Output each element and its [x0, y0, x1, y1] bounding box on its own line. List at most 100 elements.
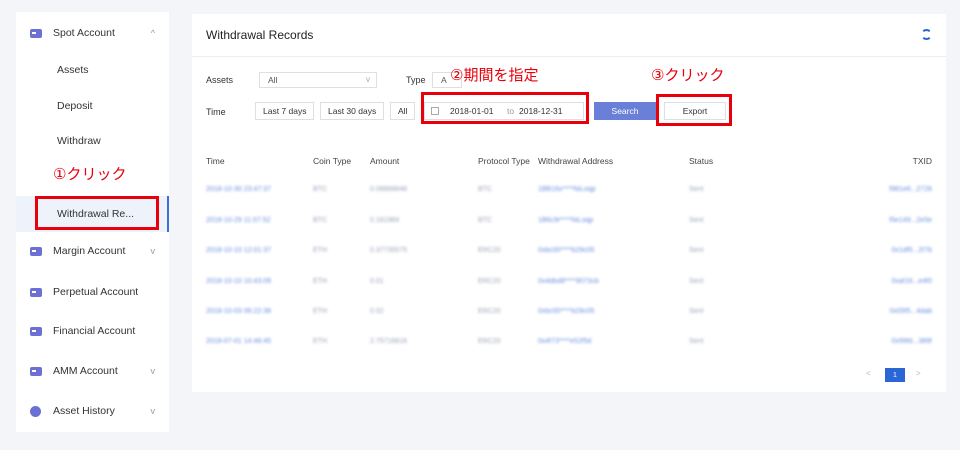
row-txid[interactable]: 0xaf16...e4f0 [892, 278, 932, 285]
annotation-box-withdrawal-records [35, 196, 159, 230]
all-time-button[interactable]: All [390, 102, 416, 120]
row-amount: 0.37735575 [370, 247, 407, 254]
time-filter-label: Time [206, 107, 226, 117]
row-address[interactable]: 1BB16x****NiLoqp [538, 186, 596, 193]
assets-select[interactable]: All v [259, 72, 377, 88]
sidebar-subitem-assets[interactable]: Assets [16, 55, 169, 85]
annotation-step-2: ②期間を指定 [450, 66, 539, 84]
sidebar-item-financial-account[interactable]: Financial Account [16, 316, 169, 346]
refresh-icon[interactable] [921, 29, 932, 40]
row-coin: ETH [313, 247, 327, 254]
annotation-step-1: ①クリック [53, 165, 127, 183]
row-protocol: ERC20 [478, 338, 501, 345]
row-address[interactable]: 0xbc00****b29c05 [538, 308, 594, 315]
sidebar-subitem-label: Assets [57, 64, 89, 76]
amm-icon [30, 366, 42, 376]
type-select-value: A [441, 75, 447, 85]
row-address[interactable]: 0x4f73****e52f5d [538, 338, 591, 345]
sidebar-item-label: Perpetual Account [53, 286, 139, 298]
sidebar-item-spot-account[interactable]: Spot Account ^ [16, 18, 169, 48]
search-button[interactable]: Search [594, 102, 656, 120]
row-time[interactable]: 2018-10-30 23:47:37 [206, 186, 271, 193]
perpetual-icon [30, 287, 42, 297]
sidebar-item-asset-history[interactable]: Asset History v [16, 396, 169, 426]
row-time[interactable]: 2018-10-03 06:22:38 [206, 308, 271, 315]
row-coin: BTC [313, 186, 327, 193]
sidebar-item-amm-account[interactable]: AMM Account v [16, 356, 169, 386]
column-header-protocol-type: Protocol Type [478, 156, 530, 166]
sidebar-subitem-label: Withdraw [57, 135, 101, 147]
row-time[interactable]: 2018-10-29 11:07:52 [206, 217, 270, 224]
column-header-txid: TXID [912, 156, 932, 166]
row-address[interactable]: 0x4dbd8****9073cb [538, 278, 599, 285]
page-title: Withdrawal Records [206, 28, 314, 42]
row-time[interactable]: 2018-10-10 12:01:37 [206, 247, 271, 254]
column-header-withdrawal-address: Withdrawal Address [538, 156, 614, 166]
withdrawal-records-panel: Withdrawal Records Assets All v Type A T… [192, 14, 946, 392]
column-header-time: Time [206, 156, 225, 166]
row-txid[interactable]: f981e6...2726 [889, 186, 932, 193]
chevron-up-icon: ^ [150, 28, 155, 38]
row-coin: ETH [313, 338, 327, 345]
sidebar-subitem-deposit[interactable]: Deposit [16, 91, 169, 121]
row-protocol: BTC [478, 217, 492, 224]
column-header-coin-type: Coin Type [313, 156, 352, 166]
sidebar-item-perpetual-account[interactable]: Perpetual Account [16, 277, 169, 307]
last-30-days-button[interactable]: Last 30 days [320, 102, 385, 120]
row-amount: 0.02 [370, 308, 384, 315]
last-7-days-button[interactable]: Last 7 days [255, 102, 315, 120]
annotation-box-date-range [421, 92, 589, 124]
row-protocol: BTC [478, 186, 492, 193]
row-status: Sent [689, 186, 704, 193]
row-coin: ETH [313, 308, 327, 315]
row-protocol: ERC20 [478, 308, 501, 315]
annotation-step-3: ③クリック [651, 66, 725, 84]
margin-icon [30, 246, 42, 256]
row-coin: ETH [313, 278, 327, 285]
assets-filter-label: Assets [206, 75, 234, 85]
row-amount: 0.01 [370, 278, 384, 285]
sidebar-item-label: Financial Account [53, 325, 136, 337]
pie-chart-icon [30, 405, 41, 417]
row-txid[interactable]: f5e149...2e5e [889, 217, 932, 224]
sidebar-item-label: Asset History [53, 405, 115, 417]
row-status: Sent [689, 308, 704, 315]
chevron-down-icon: v [366, 75, 370, 84]
chevron-down-icon: v [150, 246, 156, 256]
row-txid[interactable]: 0x1df5...2f7b [892, 247, 932, 254]
pager-next-button[interactable]: > [916, 369, 921, 378]
row-txid[interactable]: 0x05f5...4dab [890, 308, 932, 315]
pager-prev-button[interactable]: < [866, 369, 871, 378]
sidebar-item-label: Spot Account [53, 27, 115, 39]
chevron-down-icon: v [150, 366, 156, 376]
row-status: Sent [689, 278, 704, 285]
row-address[interactable]: 0xbc00****b29c05 [538, 247, 594, 254]
row-amount: 0.161984 [370, 217, 400, 224]
row-amount: 2.75716816 [370, 338, 407, 345]
type-filter-label: Type [406, 75, 426, 85]
annotation-box-export [656, 94, 732, 126]
row-status: Sent [689, 217, 704, 224]
row-protocol: ERC20 [478, 278, 501, 285]
sidebar-subitem-withdraw[interactable]: Withdraw [16, 126, 169, 156]
row-amount: 0.08868848 [370, 186, 407, 193]
sidebar-item-label: AMM Account [53, 365, 118, 377]
header-divider [192, 56, 946, 57]
row-txid[interactable]: 0x99fd...389f [892, 338, 932, 345]
row-time[interactable]: 2018-07-01 14:48:45 [206, 338, 271, 345]
row-status: Sent [689, 247, 704, 254]
row-status: Sent [689, 338, 704, 345]
column-header-status: Status [689, 156, 714, 166]
row-coin: BTC [313, 217, 327, 224]
sidebar-subitem-label: Deposit [57, 100, 93, 112]
pager-page-1[interactable]: 1 [885, 368, 905, 382]
sidebar-item-label: Margin Account [53, 245, 126, 257]
assets-select-value: All [268, 75, 278, 85]
sidebar-item-margin-account[interactable]: Margin Account v [16, 236, 169, 266]
column-header-amount: Amount [370, 156, 400, 166]
row-address[interactable]: 1B6c9r****NiLoqp [538, 217, 593, 224]
row-time[interactable]: 2018-10-10 10:43:09 [206, 278, 271, 285]
wallet-icon [30, 28, 42, 38]
financial-icon [30, 326, 42, 336]
row-protocol: ERC20 [478, 247, 501, 254]
